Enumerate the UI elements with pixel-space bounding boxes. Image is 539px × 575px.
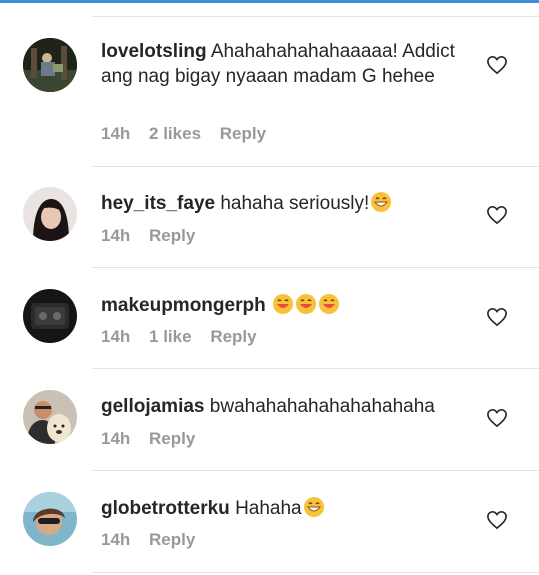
- comment-username[interactable]: gellojamias: [101, 396, 205, 417]
- heart-outline-icon[interactable]: [486, 55, 508, 75]
- reply-button[interactable]: Reply: [149, 530, 195, 549]
- comment-time: 14h: [101, 530, 131, 549]
- comment-text: gellojamias bwahahahahahahahahaha: [101, 394, 471, 419]
- reply-button[interactable]: Reply: [149, 226, 195, 245]
- avatar[interactable]: [23, 390, 77, 444]
- comment-text: hey_its_faye hahaha seriously!: [101, 191, 471, 216]
- comment-meta: 14h 1 like Reply: [101, 327, 271, 347]
- comment-username[interactable]: makeupmongerph: [101, 295, 266, 316]
- reply-button[interactable]: Reply: [220, 124, 266, 143]
- divider: [92, 368, 539, 369]
- divider: [92, 166, 539, 167]
- comment-time: 14h: [101, 429, 131, 448]
- comment-username[interactable]: hey_its_faye: [101, 193, 215, 214]
- comment-likes[interactable]: 2 likes: [149, 124, 201, 143]
- comment-time: 14h: [101, 327, 131, 346]
- heart-outline-icon[interactable]: [486, 510, 508, 530]
- divider: [92, 16, 539, 17]
- heart-outline-icon[interactable]: [486, 408, 508, 428]
- grinning-face-emoji: [303, 497, 324, 517]
- top-accent-bar: [0, 0, 539, 3]
- comment-time: 14h: [101, 124, 131, 143]
- comment-body: hahaha seriously!: [220, 193, 370, 214]
- comment-text: makeupmongerph: [101, 293, 471, 318]
- divider: [92, 572, 539, 573]
- comment-likes[interactable]: 1 like: [149, 327, 192, 346]
- comment-text: lovelotsling Ahahahahahahaaaaa! Addict a…: [101, 39, 471, 89]
- reply-button[interactable]: Reply: [210, 327, 256, 346]
- comment-meta: 14h Reply: [101, 226, 209, 246]
- comment-body: bwahahahahahahahahaha: [209, 396, 435, 417]
- comment-body: Hahaha: [235, 498, 302, 519]
- comment-time: 14h: [101, 226, 131, 245]
- avatar[interactable]: [23, 38, 77, 92]
- grinning-face-emoji: [272, 294, 293, 314]
- divider: [92, 470, 539, 471]
- comment-meta: 14h Reply: [101, 530, 209, 550]
- comment-text: globetrotterku Hahaha: [101, 496, 471, 521]
- comment-meta: 14h Reply: [101, 429, 209, 449]
- heart-outline-icon[interactable]: [486, 205, 508, 225]
- heart-outline-icon[interactable]: [486, 307, 508, 327]
- grinning-face-emoji: [371, 192, 392, 212]
- avatar[interactable]: [23, 492, 77, 546]
- grinning-face-emoji: [318, 294, 339, 314]
- comment-username[interactable]: globetrotterku: [101, 498, 230, 519]
- avatar[interactable]: [23, 187, 77, 241]
- divider: [92, 267, 539, 268]
- comment-meta: 14h 2 likes Reply: [101, 124, 280, 144]
- avatar[interactable]: [23, 289, 77, 343]
- comment-username[interactable]: lovelotsling: [101, 41, 207, 62]
- reply-button[interactable]: Reply: [149, 429, 195, 448]
- grinning-face-emoji: [295, 294, 316, 314]
